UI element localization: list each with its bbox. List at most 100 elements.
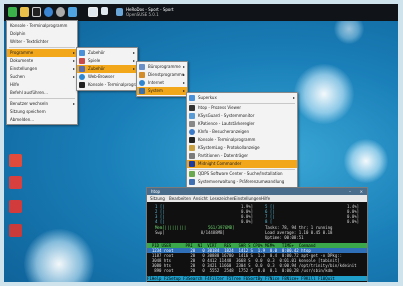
cpu-meter-value: 0.0%]	[347, 219, 360, 224]
htop-icon	[189, 105, 195, 111]
cpu-meter-label: 4 [|	[155, 219, 165, 224]
function-key-bar[interactable]: F1Help F2Setup F3Search F4Filter F5Tree …	[147, 276, 367, 281]
menu-item-kpatience[interactable]: KPatience - Lautstärkeregler	[187, 120, 297, 128]
menu-item-run-command[interactable]: Befehl ausführen...	[7, 89, 77, 97]
computer-icon[interactable]	[9, 224, 22, 237]
separator	[9, 98, 75, 99]
separator	[9, 47, 75, 48]
programs-menu: Zubehör ▸ Spiele ▸ Zubehör ▸ Web-Browser Ko…	[76, 47, 145, 91]
network-icon[interactable]	[9, 200, 22, 213]
browser-icon[interactable]	[44, 7, 53, 17]
monitor-icon	[189, 113, 195, 119]
pager-icon[interactable]	[101, 7, 108, 15]
home-icon[interactable]	[20, 7, 29, 17]
window-title: htop	[151, 189, 161, 194]
system-menu: Superkux ▸ htop - Prozess Viewer KSysGuar…	[186, 92, 306, 200]
menu-einstellungen[interactable]: Einstellungen	[234, 195, 261, 202]
menu-item-bueroprogramme[interactable]: Büroprogramme ▸	[137, 63, 187, 71]
menu-item-dienstprogramme[interactable]: Dienstprogramme ▸	[137, 71, 187, 79]
terminal-icon	[189, 137, 195, 143]
chevron-right-icon: ▸	[132, 66, 135, 71]
menu-item-konsole[interactable]: Konsole - Terminalprogramm	[7, 22, 77, 30]
taskbar: HeRoDos - Sport - Sport OpenSUSE 5.0.1	[4, 4, 398, 21]
menu-item-web-browser[interactable]: Web-Browser	[77, 73, 137, 81]
menu-item-programme[interactable]: Programme ▸	[7, 49, 77, 57]
menu-item-dolphin[interactable]: Dolphin	[7, 30, 77, 38]
menu-item-ksystemlog[interactable]: KSystemLog - Protokollanzeige	[187, 144, 297, 152]
log-icon	[189, 145, 195, 151]
konsole-window: htop – × Sitzung Bearbeiten Ansicht Lese…	[146, 187, 368, 282]
menu-item-spiele[interactable]: Spiele ▸	[77, 57, 137, 65]
menu-ansicht[interactable]: Ansicht	[193, 195, 208, 202]
menu-item-zubehoer-2[interactable]: Zubehör ▸	[77, 65, 137, 73]
menu-item-htop[interactable]: htop - Prozess Viewer	[187, 104, 297, 112]
menu-item-kinfo[interactable]: KInfo - Besucheranzeigen	[187, 128, 297, 136]
menu-item-software-center[interactable]: QDPS Software Center - Suche/Installatio…	[187, 170, 297, 178]
cpu-meter-label: 8 [	[265, 219, 273, 224]
info-icon	[189, 129, 195, 135]
process-row[interactable]: 890 root 20 0 5552 2548 1752 S 0.0 0.1 0…	[147, 268, 332, 273]
chevron-right-icon: ▸	[72, 101, 75, 106]
chevron-right-icon: ▸	[292, 95, 295, 100]
chevron-right-icon: ▸	[132, 58, 135, 63]
menu-item-partitions[interactable]: Partitionen - Datenträger	[187, 152, 297, 160]
menu-item-writer[interactable]: Writer - Textdichter	[7, 38, 77, 46]
menu-item-internet[interactable]: Internet ▸	[137, 79, 187, 87]
menu-item-switch-user[interactable]: Benutzer wechseln ▸	[7, 100, 77, 108]
trash-icon[interactable]	[9, 176, 22, 189]
menu-item-zubehoer-1[interactable]: Zubehör ▸	[77, 49, 137, 57]
menu-item-ksysguard[interactable]: KSysGuard - Systemmonitor	[187, 112, 297, 120]
menu-item-konsole-3[interactable]: Konsole - Terminalprogramm	[187, 136, 297, 144]
admin-icon	[189, 179, 195, 185]
wallpaper-bokeh	[24, 229, 94, 282]
start-menu-icon[interactable]	[8, 7, 17, 17]
menu-item-hilfe[interactable]: Hilfe	[7, 81, 77, 89]
chevron-right-icon: ▸	[72, 50, 75, 55]
window-titlebar[interactable]: htop – ×	[147, 188, 367, 195]
system-icon	[139, 88, 145, 94]
internet-icon	[139, 80, 145, 86]
terminal-menubar: Sitzung Bearbeiten Ansicht Lesezeichen E…	[147, 195, 367, 202]
menu-item-system[interactable]: System ▸	[137, 87, 187, 95]
chevron-right-icon: ▸	[182, 88, 185, 93]
wallpaper-bokeh	[294, 64, 354, 124]
close-icon[interactable]: ×	[360, 188, 363, 195]
menu-item-konsole-2[interactable]: Konsole - Terminalprogramm	[77, 81, 145, 89]
konsole-icon[interactable]	[32, 7, 41, 17]
menu-item-save-session[interactable]: Sitzung speichern	[7, 108, 77, 116]
menu-item-logout[interactable]: Abmelden...	[7, 116, 77, 124]
menu-item-dokumente[interactable]: Dokumente ▸	[7, 57, 77, 65]
chevron-right-icon: ▸	[182, 64, 185, 69]
swap-meter: Swp[ 0/14488MB]	[155, 230, 225, 235]
menu-bearbeiten[interactable]: Bearbeiten	[169, 195, 191, 202]
home-icon[interactable]	[9, 154, 22, 167]
task-button-icon[interactable]	[116, 8, 123, 16]
disk-icon	[189, 153, 195, 159]
chevron-right-icon: ▸	[182, 72, 185, 77]
menu-lesezeichen[interactable]: Lesezeichen	[210, 195, 235, 202]
window-switch-icon[interactable]	[88, 7, 98, 17]
menu-item-superkux[interactable]: Superkux ▸	[187, 94, 297, 102]
desktop: HeRoDos - Sport - Sport OpenSUSE 5.0.1 K…	[4, 4, 398, 282]
office-icon	[139, 64, 145, 70]
chevron-right-icon: ▸	[72, 74, 75, 79]
menu-hilfe[interactable]: Hilfe	[261, 195, 270, 202]
uptime: Uptime: 00:08:51	[265, 235, 304, 240]
superkux-icon	[189, 95, 195, 101]
menu-item-midnight-commander[interactable]: Midnight Commander	[187, 160, 297, 168]
package-icon	[189, 171, 195, 177]
settings-icon[interactable]	[56, 7, 65, 17]
cpu-meter-value: 0.0%]	[241, 219, 254, 224]
task-subtitle: OpenSUSE 5.0.1	[126, 12, 159, 17]
menu-sitzung[interactable]: Sitzung	[150, 195, 165, 202]
minimize-icon[interactable]: –	[349, 188, 351, 195]
menu-item-systemverwaltung[interactable]: Systemverwaltung - Präferenzumwandlung	[187, 178, 297, 186]
menu-item-einstellungen[interactable]: Einstellungen ▸	[7, 65, 77, 73]
dolphin-icon[interactable]	[68, 7, 77, 17]
main-menu: Konsole - Terminalprogramm Dolphin Write…	[6, 20, 78, 125]
terminal-icon	[79, 82, 85, 88]
chevron-right-icon: ▸	[132, 50, 135, 55]
globe-icon	[79, 74, 85, 80]
menu-item-suchen[interactable]: Suchen ▸	[7, 73, 77, 81]
midnight-commander-icon	[189, 161, 195, 167]
